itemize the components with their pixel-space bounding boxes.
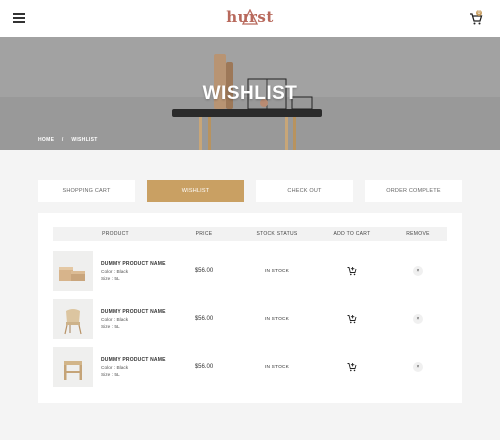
product-color: Color : Black [101,366,129,371]
stock-status: IN STOCK [264,317,290,322]
wishlist-table: PRODUCT PRICE STOCK STATUS ADD TO CART R… [38,213,462,403]
page-title: WISHLIST [202,83,298,104]
page-banner: WISHLIST HOME / WISHLIST [0,37,500,150]
cart-plus-icon[interactable] [347,314,357,324]
table-row: DUMMY PRODUCT NAME Color : Black Size : … [53,297,447,341]
product-price: $56.00 [194,316,214,322]
remove-button[interactable]: × [413,314,423,324]
logo[interactable]: hurst [225,7,275,29]
product-thumbnail[interactable] [53,251,93,291]
step-order-complete[interactable]: ORDER COMPLETE [365,180,462,202]
product-price: $56.00 [194,364,214,370]
cart-plus-icon[interactable] [347,362,357,372]
step-wishlist[interactable]: WISHLIST [147,180,244,202]
product-thumbnail[interactable] [53,347,93,387]
breadcrumb-separator: / [61,137,64,143]
step-check-out[interactable]: CHECK OUT [256,180,353,202]
hamburger-icon[interactable] [13,13,25,23]
product-size: Size : 5L [101,325,120,330]
header-stock-status: STOCK STATUS [256,231,298,237]
header-remove: REMOVE [406,231,430,237]
header-price: PRICE [195,231,213,237]
breadcrumb: HOME / WISHLIST [38,137,104,143]
product-color: Color : Black [101,318,129,323]
remove-button[interactable]: × [413,362,423,372]
header-add-to-cart: ADD TO CART [333,231,371,237]
cart-count-badge: 0 [476,10,482,16]
product-size: Size : 5L [101,373,120,378]
product-name[interactable]: DUMMY PRODUCT NAME [101,357,166,363]
product-price: $56.00 [194,268,214,274]
product-name[interactable]: DUMMY PRODUCT NAME [101,261,166,267]
product-name[interactable]: DUMMY PRODUCT NAME [101,309,166,315]
logo-text: hurst [226,8,274,26]
table-header: PRODUCT PRICE STOCK STATUS ADD TO CART R… [53,227,447,241]
product-color: Color : Black [101,270,129,275]
site-header: hurst 0 [0,0,500,37]
remove-button[interactable]: × [413,266,423,276]
step-shopping-cart[interactable]: SHOPPING CART [38,180,135,202]
breadcrumb-home[interactable]: HOME [38,137,54,143]
header-product: PRODUCT [102,231,129,237]
breadcrumb-current: WISHLIST [71,137,98,143]
product-size: Size : 5L [101,277,120,282]
checkout-steps: SHOPPING CART WISHLIST CHECK OUT ORDER C… [38,180,462,202]
cart-plus-icon[interactable] [347,266,357,276]
table-row: DUMMY PRODUCT NAME Color : Black Size : … [53,345,447,389]
stock-status: IN STOCK [264,269,290,274]
stock-status: IN STOCK [264,365,290,370]
table-row: DUMMY PRODUCT NAME Color : Black Size : … [53,249,447,293]
product-thumbnail[interactable] [53,299,93,339]
